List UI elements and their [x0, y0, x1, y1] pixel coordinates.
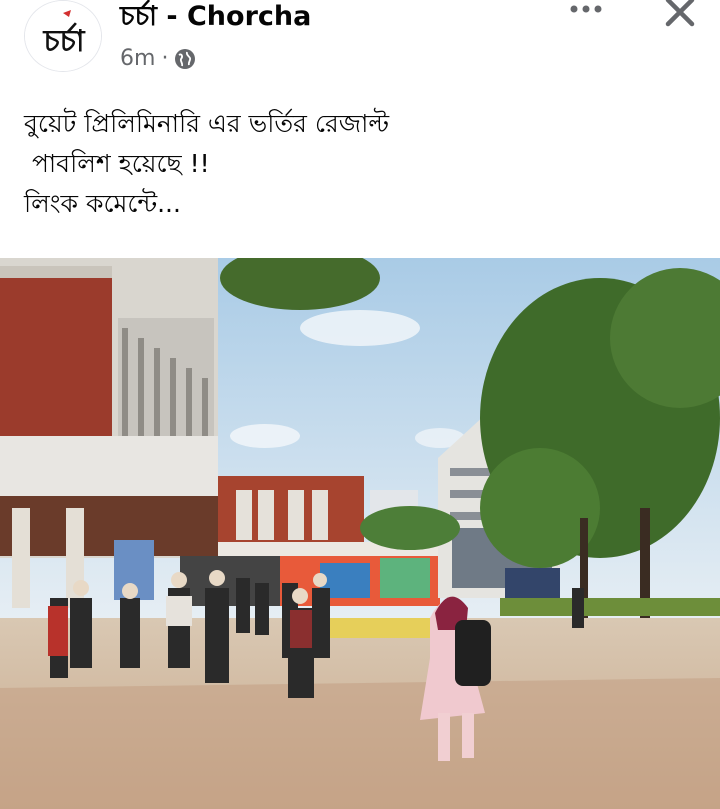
more-horizontal-icon: [570, 5, 602, 13]
globe-icon: [174, 48, 196, 70]
post-text: বুয়েট প্রিলিমিনারি এর ভর্তির রেজাল্ট পা…: [24, 104, 704, 224]
post-timestamp[interactable]: 6m: [120, 44, 155, 74]
post-photo[interactable]: [0, 258, 720, 809]
page-name[interactable]: চর্চা - Chorcha: [120, 0, 311, 34]
post-text-line: পাবলিশ হয়েছে !!: [24, 149, 210, 178]
post-meta: 6m ·: [120, 44, 196, 74]
more-options-button[interactable]: [566, 0, 606, 24]
svg-text:চর্চা: চর্চা: [42, 22, 85, 59]
post-header: চর্চা চর্চা - Chorcha 6m ·: [0, 0, 720, 90]
meta-separator: ·: [161, 46, 169, 71]
close-button[interactable]: [660, 0, 700, 32]
post-text-line: বুয়েট প্রিলিমিনারি এর ভর্তির রেজাল্ট: [24, 109, 390, 138]
campus-photo: [0, 258, 720, 809]
chorcha-logo: চর্চা: [25, 1, 101, 71]
close-icon: [665, 0, 695, 27]
post-text-line: লিংক কমেন্টে...: [24, 189, 181, 218]
page-avatar[interactable]: চর্চা: [24, 0, 102, 72]
